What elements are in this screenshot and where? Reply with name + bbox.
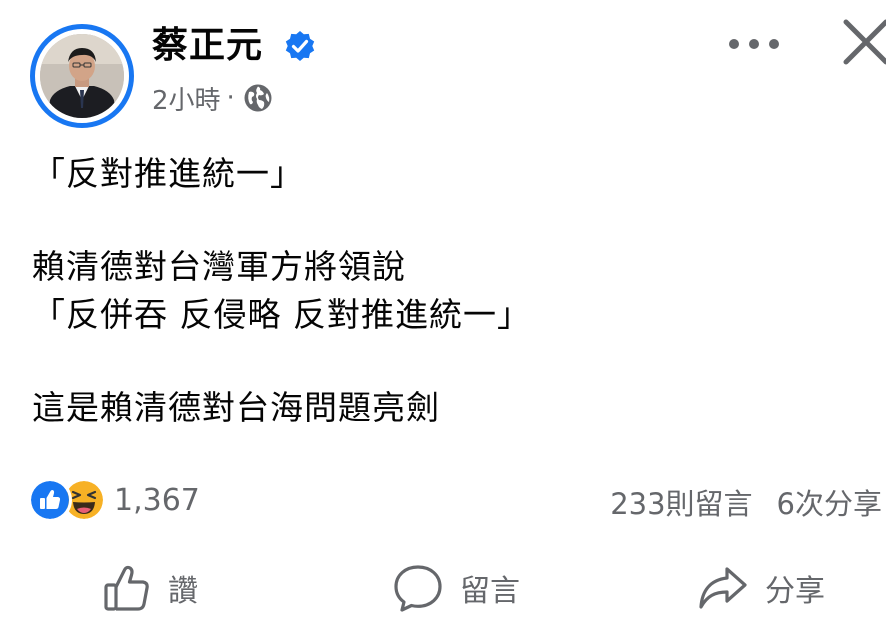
post-text-line: 這是賴清德對台海問題亮劍 bbox=[32, 388, 440, 427]
post-body: 「反對推進統一」 賴清德對台灣軍方將領說 「反併吞 反侵略 反對推進統一」 這是… bbox=[32, 150, 872, 432]
comment-button[interactable]: 留言 bbox=[392, 556, 520, 620]
share-button[interactable]: 分享 bbox=[697, 556, 825, 620]
like-label: 讚 bbox=[168, 574, 198, 609]
more-options-button[interactable] bbox=[722, 24, 786, 64]
globe-icon[interactable] bbox=[243, 83, 273, 113]
comment-count[interactable]: 233則留言 bbox=[610, 481, 752, 523]
reactions-summary[interactable]: 1,367 bbox=[28, 478, 200, 522]
like-button[interactable]: 讚 bbox=[102, 556, 198, 620]
post-text-line: 「反併吞 反侵略 反對推進統一」 bbox=[32, 295, 531, 334]
post-time[interactable]: 2小時 bbox=[152, 80, 221, 117]
verified-badge-icon bbox=[285, 31, 315, 61]
post-text-line: 「反對推進統一」 bbox=[32, 154, 304, 193]
avatar[interactable] bbox=[30, 24, 134, 128]
avatar-photo bbox=[40, 34, 124, 118]
comment-label: 留言 bbox=[460, 574, 520, 609]
post-text-line: 賴清德對台灣軍方將領說 bbox=[32, 247, 406, 286]
close-icon[interactable] bbox=[836, 12, 886, 72]
author-name[interactable]: 蔡正元 bbox=[152, 22, 263, 70]
like-reaction-icon bbox=[28, 478, 72, 522]
share-label: 分享 bbox=[765, 574, 825, 609]
comment-bubble-icon bbox=[394, 565, 442, 612]
post-meta: 2小時 · bbox=[152, 78, 273, 118]
share-arrow-icon bbox=[699, 567, 747, 609]
engagement-stats: 233則留言 6次分享 bbox=[610, 480, 882, 524]
reaction-count[interactable]: 1,367 bbox=[114, 483, 200, 518]
action-bar: 讚 留言 分享 bbox=[0, 556, 886, 620]
person-photo-icon bbox=[40, 34, 124, 118]
post-header: 蔡正元 2小時 · bbox=[0, 0, 886, 130]
share-count[interactable]: 6次分享 bbox=[777, 481, 882, 523]
more-horizontal-icon bbox=[729, 39, 779, 49]
thumbs-up-icon bbox=[104, 565, 149, 611]
meta-separator: · bbox=[226, 83, 235, 113]
